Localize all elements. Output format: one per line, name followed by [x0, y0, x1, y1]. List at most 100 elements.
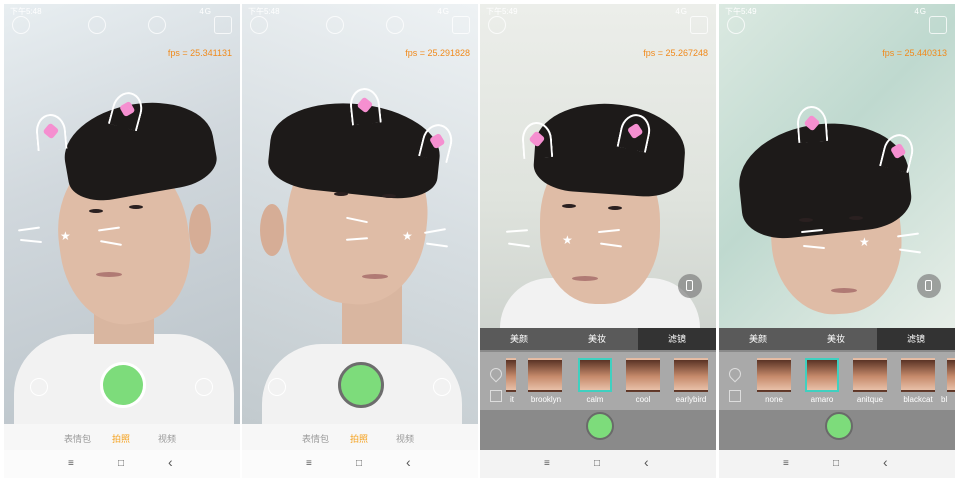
menu-icon[interactable]: ≡: [544, 458, 550, 469]
right-eye: [382, 194, 396, 198]
tab-filter[interactable]: 滤镜: [638, 328, 716, 350]
filter-thumb-cool[interactable]: [626, 358, 660, 392]
whisker: [19, 238, 43, 244]
whisker: [17, 226, 41, 232]
mode-photo[interactable]: 拍照: [350, 432, 368, 445]
mode-video[interactable]: 视频: [158, 432, 176, 445]
left-eye: [89, 209, 103, 213]
menu-icon[interactable]: ≡: [306, 458, 312, 469]
filter-thumb-none[interactable]: [757, 358, 791, 392]
switch-camera-icon[interactable]: [929, 16, 947, 34]
emoji-icon[interactable]: [30, 378, 48, 396]
back-icon[interactable]: ‹: [644, 454, 649, 470]
star-nose-sticker: ★: [859, 235, 870, 249]
filter-thumb[interactable]: [506, 358, 516, 392]
filter-thumb-amaro[interactable]: [805, 358, 839, 392]
navigation-bar: ≡ □ ‹: [4, 450, 240, 478]
sticker-icon[interactable]: [386, 16, 404, 34]
whisker: [898, 248, 922, 254]
filter-thumb-earlybird[interactable]: [674, 358, 708, 392]
filter-label: blackcat: [903, 395, 933, 404]
navigation-bar: ≡ □ ‹: [480, 450, 716, 478]
camera-preview[interactable]: ★: [4, 4, 240, 424]
switch-camera-icon[interactable]: [690, 16, 708, 34]
top-toolbar: [488, 16, 708, 38]
filter-strip: none amaro anitque blackcat bl: [719, 352, 955, 410]
home-icon[interactable]: □: [118, 458, 124, 469]
intensity-drop-icon[interactable]: [726, 365, 744, 383]
fps-counter: fps = 25.267248: [643, 48, 708, 58]
face-icon[interactable]: [326, 16, 344, 34]
switch-camera-icon[interactable]: [452, 16, 470, 34]
hair: [532, 98, 688, 200]
back-icon[interactable]: ‹: [406, 454, 411, 470]
shutter-button[interactable]: [338, 362, 384, 408]
star-nose-sticker: ★: [562, 233, 573, 247]
mode-bar: 表情包 拍照 视频: [242, 424, 478, 450]
switch-camera-icon[interactable]: [214, 16, 232, 34]
cat-ear-left-sticker: [348, 86, 382, 126]
settings-icon[interactable]: [727, 16, 745, 34]
star-nose-sticker: ★: [402, 229, 413, 243]
sticker-icon[interactable]: [148, 16, 166, 34]
settings-icon[interactable]: [12, 16, 30, 34]
tab-beauty[interactable]: 美颜: [719, 328, 797, 350]
star-nose-sticker: ★: [60, 229, 71, 243]
top-toolbar: [250, 16, 470, 38]
shutter-button[interactable]: [100, 362, 146, 408]
filter-label: anitque: [856, 395, 884, 404]
ear: [260, 204, 284, 256]
filter-label: earlybird: [675, 395, 707, 404]
mode-sticker[interactable]: 表情包: [302, 432, 329, 445]
filter-label: calm: [586, 395, 604, 404]
camera-flip-icon[interactable]: [917, 274, 941, 298]
back-icon[interactable]: ‹: [168, 454, 173, 470]
home-icon[interactable]: □: [356, 458, 362, 469]
cat-ear-left-sticker: [34, 112, 68, 152]
mode-video[interactable]: 视频: [396, 432, 414, 445]
menu-icon[interactable]: ≡: [68, 458, 74, 469]
home-icon[interactable]: □: [833, 458, 839, 469]
menu-icon[interactable]: ≡: [783, 458, 789, 469]
left-eye: [562, 204, 576, 208]
face-icon[interactable]: [88, 16, 106, 34]
filter-thumb-calm[interactable]: [578, 358, 612, 392]
fps-counter: fps = 25.341131: [167, 48, 232, 58]
tab-beauty[interactable]: 美颜: [480, 328, 558, 350]
mouth: [831, 288, 857, 293]
square-toggle-icon[interactable]: [729, 390, 741, 402]
cat-ear-left-sticker: [795, 104, 829, 144]
tab-makeup[interactable]: 美妆: [558, 328, 636, 350]
filter-icon[interactable]: [433, 378, 451, 396]
whisker: [507, 242, 531, 248]
effects-panel: 美颜 美妆 滤镜 it brooklyn calm cool earlybird: [480, 328, 716, 450]
right-eye: [849, 216, 863, 220]
filter-thumb[interactable]: [947, 358, 955, 392]
filter-thumb-anitque[interactable]: [853, 358, 887, 392]
settings-icon[interactable]: [250, 16, 268, 34]
tab-makeup[interactable]: 美妆: [797, 328, 875, 350]
mode-photo[interactable]: 拍照: [112, 432, 130, 445]
camera-flip-icon[interactable]: [678, 274, 702, 298]
top-toolbar: [12, 16, 232, 38]
mode-sticker[interactable]: 表情包: [64, 432, 91, 445]
filter-label: amaro: [810, 395, 834, 404]
filter-icon[interactable]: [195, 378, 213, 396]
whisker: [423, 228, 447, 234]
navigation-bar: ≡ □ ‹: [719, 450, 955, 478]
phone-screen-3: ★ 下午5:49 4G fps = 25.267248 美颜 美妆 滤镜 it …: [480, 4, 716, 478]
home-icon[interactable]: □: [594, 458, 600, 469]
filter-thumb-blackcat[interactable]: [901, 358, 935, 392]
intensity-drop-icon[interactable]: [487, 365, 505, 383]
fps-counter: fps = 25.440313: [882, 48, 947, 58]
shutter-button[interactable]: [586, 412, 614, 440]
settings-icon[interactable]: [488, 16, 506, 34]
tab-filter[interactable]: 滤镜: [877, 328, 955, 350]
back-icon[interactable]: ‹: [883, 454, 888, 470]
emoji-icon[interactable]: [268, 378, 286, 396]
effects-panel: 美颜 美妆 滤镜 none amaro anitque blackcat bl: [719, 328, 955, 450]
camera-preview[interactable]: ★: [242, 4, 478, 424]
filter-thumb-brooklyn[interactable]: [528, 358, 562, 392]
shutter-button[interactable]: [825, 412, 853, 440]
filter-label: bl: [941, 395, 948, 404]
